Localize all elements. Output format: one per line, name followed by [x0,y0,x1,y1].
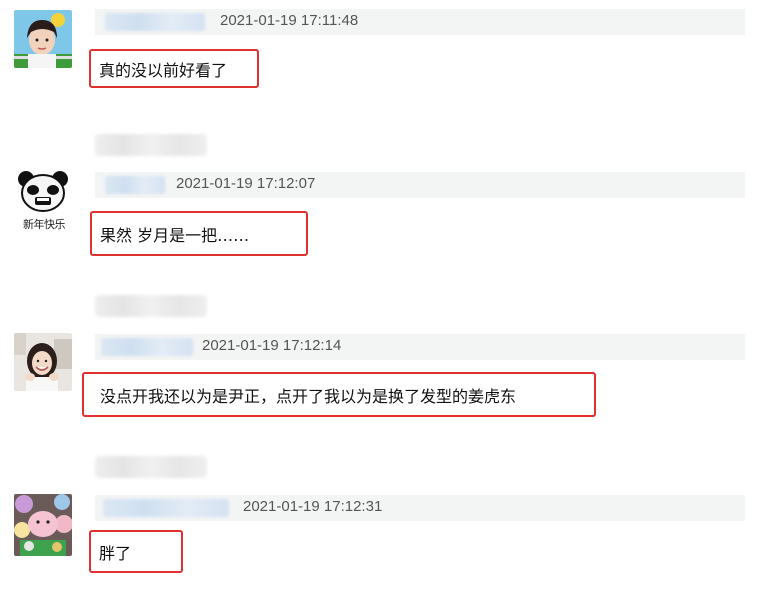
panda-meme-avatar[interactable] [14,170,72,212]
comment-meta-bar: 2021-01-19 17:11:48 [95,9,745,35]
comment-text: 胖了 [89,530,183,573]
avatar-caption: 新年快乐 [23,218,66,231]
comment-timestamp: 2021-01-19 17:11:48 [220,12,359,29]
comment-meta-bar: 2021-01-19 17:12:14 [95,334,745,360]
comment-meta-bar: 2021-01-19 17:12:31 [95,495,745,521]
comment-text: 真的没以前好看了 [89,49,259,88]
smiling-girl-avatar[interactable] [14,333,72,391]
username-blurred[interactable] [103,499,229,517]
username-blurred[interactable] [101,338,193,356]
comment-text-label: 真的没以前好看了 [99,60,228,80]
comment-text-label: 果然 岁月是一把…… [100,225,250,245]
comment-timestamp: 2021-01-19 17:12:07 [176,175,316,192]
reply-blurred[interactable] [95,295,207,317]
username-blurred[interactable] [105,13,205,31]
comment-text: 果然 岁月是一把…… [90,211,308,256]
plush-toys-avatar[interactable] [14,494,72,556]
comment-timestamp: 2021-01-19 17:12:14 [202,337,342,354]
reply-blurred[interactable] [95,456,207,478]
girl-sunflower-avatar[interactable] [14,10,72,68]
comment-text-label: 胖了 [99,543,132,563]
comment-meta-bar: 2021-01-19 17:12:07 [95,172,745,198]
reply-blurred[interactable] [95,134,207,156]
comment-text: 没点开我还以为是尹正，点开了我以为是换了发型的姜虎东 [82,372,596,417]
username-blurred[interactable] [105,176,165,194]
comment-text-label: 没点开我还以为是尹正，点开了我以为是换了发型的姜虎东 [100,386,517,406]
comment-timestamp: 2021-01-19 17:12:31 [243,498,383,515]
